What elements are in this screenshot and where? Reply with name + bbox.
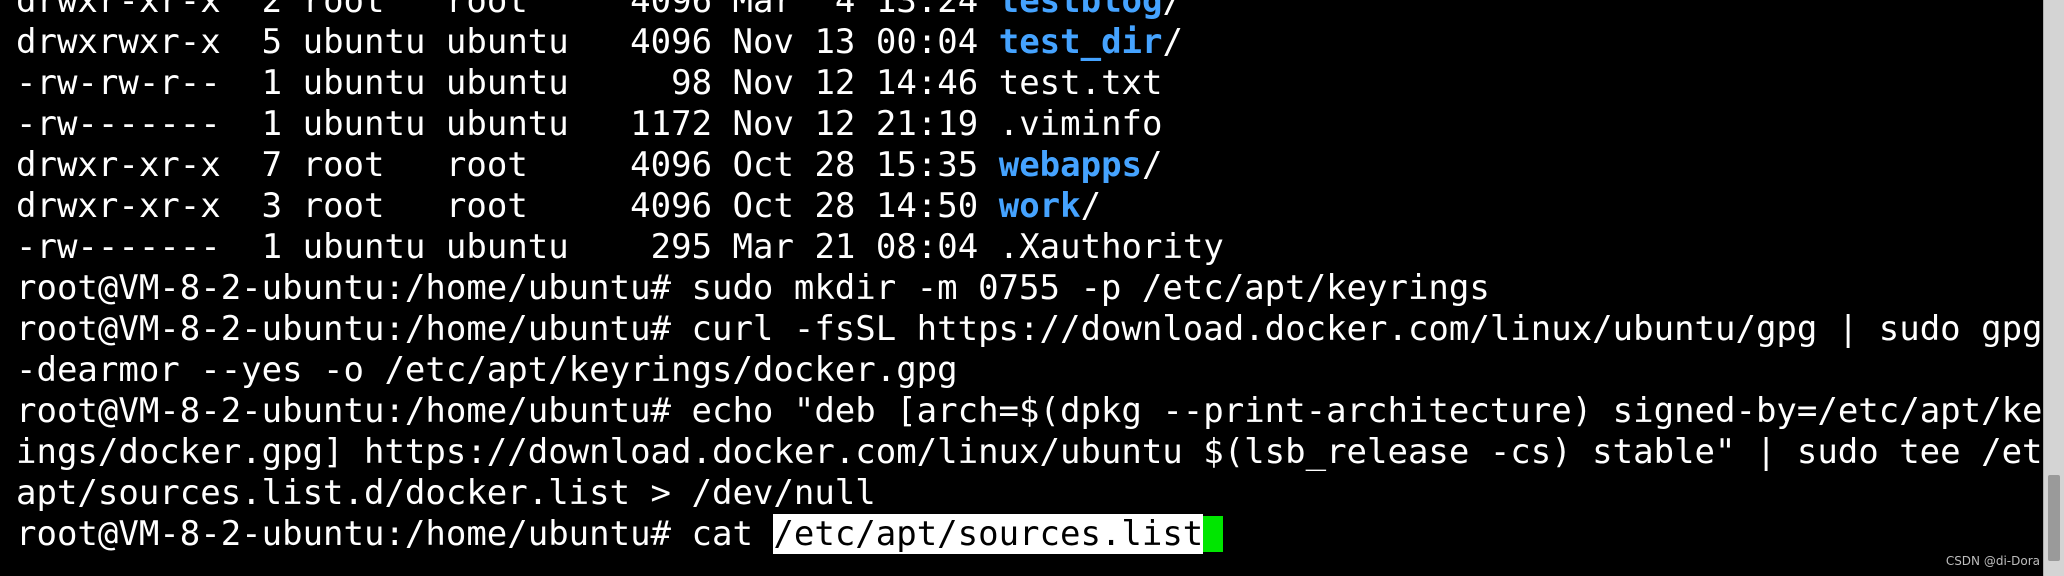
day: 4: [834, 0, 856, 21]
command-text: sudo mkdir -m 0755 -p /etc/apt/keyrings: [691, 268, 1490, 308]
file-name: .Xauthority: [998, 227, 1224, 267]
terminal-window[interactable]: drwxr-xr-x 2 root root 4096 Mar 4 13:24 …: [0, 0, 2044, 576]
time: 08:04: [875, 227, 979, 267]
directory-name: testblog: [998, 0, 1163, 21]
command-line: ings/docker.gpg] https://download.docker…: [16, 432, 2044, 473]
selected-text: /etc/apt/sources.list: [773, 514, 1204, 554]
group: ubuntu: [445, 63, 569, 103]
owner: ubuntu: [302, 63, 426, 103]
file-size: 4096: [630, 0, 713, 21]
dir-suffix: /: [1162, 22, 1183, 62]
permissions: drwxr-xr-x: [16, 186, 221, 226]
permissions: -rw-rw-r--: [16, 63, 221, 103]
owner: root: [302, 0, 385, 21]
permissions: drwxrwxr-x: [16, 22, 221, 62]
month: Oct: [732, 145, 794, 185]
directory-name: test_dir: [998, 22, 1163, 62]
file-name: test.txt: [998, 63, 1163, 103]
dir-suffix: /: [1142, 145, 1163, 185]
month: Mar: [732, 0, 794, 21]
group: ubuntu: [445, 22, 569, 62]
directory-name: work: [998, 186, 1081, 226]
month: Mar: [732, 227, 794, 267]
current-command-line: root@VM-8-2-ubuntu:/home/ubuntu# cat /et…: [16, 514, 2044, 555]
owner: ubuntu: [302, 104, 426, 144]
ls-row: drwxrwxr-x 5 ubuntu ubuntu 4096 Nov 13 0…: [16, 22, 1183, 62]
command-line: -dearmor --yes -o /etc/apt/keyrings/dock…: [16, 350, 2044, 391]
owner: root: [302, 186, 385, 226]
day: 12: [814, 104, 856, 144]
terminal-scrollbar[interactable]: [2043, 0, 2064, 576]
watermark: CSDN @di-Dora: [1945, 554, 2040, 568]
time: 13:24: [875, 0, 979, 21]
command-text: echo "deb [arch=$(dpkg --print-architect…: [691, 391, 2044, 431]
text-cursor: [1203, 516, 1224, 552]
command-line: root@VM-8-2-ubuntu:/home/ubuntu# echo "d…: [16, 391, 2044, 432]
month: Oct: [732, 186, 794, 226]
shell-prompt: root@VM-8-2-ubuntu:/home/ubuntu#: [16, 391, 692, 431]
command-line: root@VM-8-2-ubuntu:/home/ubuntu# curl -f…: [16, 309, 2044, 350]
time: 21:19: [875, 104, 979, 144]
time: 00:04: [875, 22, 979, 62]
group: root: [445, 145, 528, 185]
command-text: apt/sources.list.d/docker.list > /dev/nu…: [16, 473, 876, 513]
ls-row: drwxr-xr-x 3 root root 4096 Oct 28 14:50…: [16, 186, 1102, 226]
command-text: -dearmor --yes -o /etc/apt/keyrings/dock…: [16, 350, 958, 390]
group: ubuntu: [445, 104, 569, 144]
day: 21: [814, 227, 856, 267]
day: 12: [814, 63, 856, 103]
file-size: 98: [671, 63, 713, 103]
ls-row: drwxr-xr-x 7 root root 4096 Oct 28 15:35…: [16, 145, 1163, 185]
command-text: ings/docker.gpg] https://download.docker…: [16, 432, 2044, 472]
command-text: cat: [691, 514, 774, 554]
dir-suffix: /: [1080, 186, 1102, 226]
shell-prompt: root@VM-8-2-ubuntu:/home/ubuntu#: [16, 309, 692, 349]
ls-row: drwxr-xr-x 2 root root 4096 Mar 4 13:24 …: [16, 0, 2044, 22]
ls-row: -rw-rw-r-- 1 ubuntu ubuntu 98 Nov 12 14:…: [16, 63, 1163, 103]
permissions: drwxr-xr-x: [16, 0, 221, 21]
file-size: 1172: [630, 104, 713, 144]
month: Nov: [732, 22, 794, 62]
ls-row: -rw------- 1 ubuntu ubuntu 295 Mar 21 08…: [16, 227, 1224, 267]
directory-name: webapps: [998, 145, 1143, 185]
permissions: drwxr-xr-x: [16, 145, 221, 185]
day: 28: [814, 145, 856, 185]
command-text: curl -fsSL https://download.docker.com/l…: [691, 309, 2044, 349]
command-line: apt/sources.list.d/docker.list > /dev/nu…: [16, 473, 2044, 514]
file-size: 4096: [630, 145, 713, 185]
dir-suffix: /: [1162, 0, 1183, 21]
time: 14:46: [875, 63, 979, 103]
shell-prompt: root@VM-8-2-ubuntu:/home/ubuntu#: [16, 514, 692, 554]
terminal-output: drwxr-xr-x 2 root root 4096 Mar 4 13:24 …: [16, 0, 2044, 555]
owner: ubuntu: [302, 227, 426, 267]
file-name: .viminfo: [998, 104, 1163, 144]
file-size: 295: [650, 227, 713, 267]
month: Nov: [732, 104, 794, 144]
group: root: [445, 0, 528, 21]
day: 28: [814, 186, 856, 226]
day: 13: [814, 22, 856, 62]
month: Nov: [732, 63, 794, 103]
owner: ubuntu: [302, 22, 426, 62]
time: 15:35: [875, 145, 979, 185]
owner: root: [302, 145, 385, 185]
permissions: -rw-------: [16, 227, 221, 267]
permissions: -rw-------: [16, 104, 221, 144]
command-line: root@VM-8-2-ubuntu:/home/ubuntu# sudo mk…: [16, 268, 2044, 309]
file-size: 4096: [630, 186, 713, 226]
group: ubuntu: [445, 227, 569, 267]
ls-row: -rw------- 1 ubuntu ubuntu 1172 Nov 12 2…: [16, 104, 1163, 144]
scrollbar-thumb[interactable]: [2048, 475, 2060, 561]
time: 14:50: [875, 186, 979, 226]
group: root: [445, 186, 528, 226]
shell-prompt: root@VM-8-2-ubuntu:/home/ubuntu#: [16, 268, 692, 308]
file-size: 4096: [630, 22, 713, 62]
